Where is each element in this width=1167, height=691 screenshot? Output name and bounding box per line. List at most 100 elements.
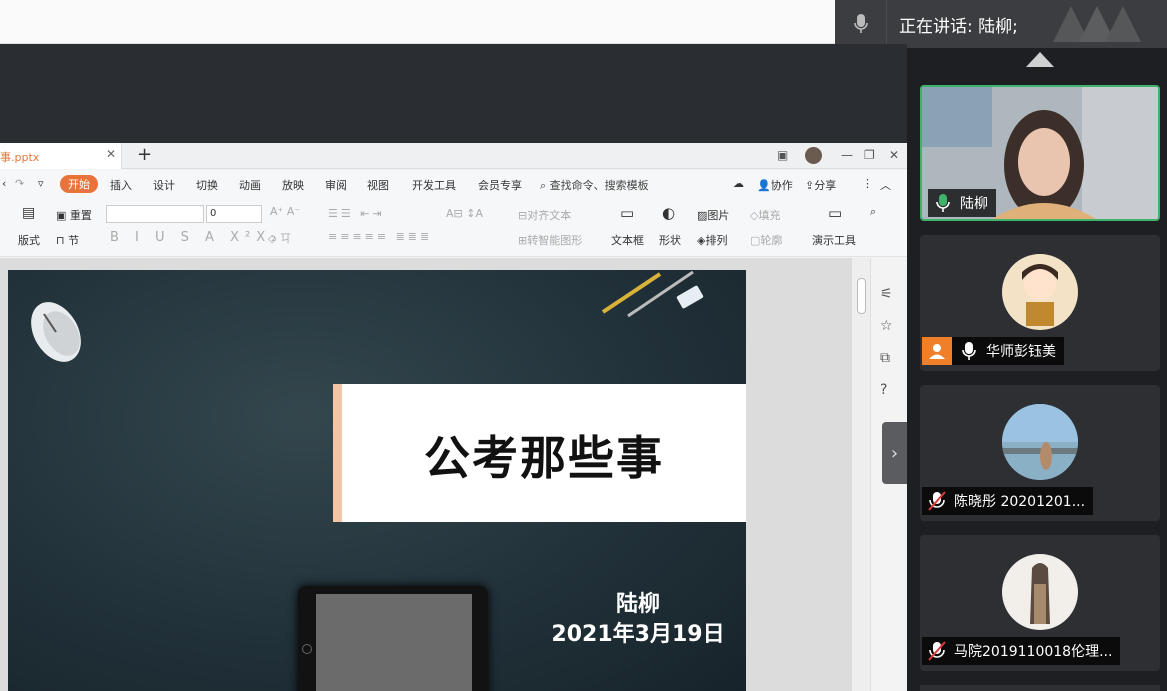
menu-tab-animation[interactable]: 动画: [239, 177, 261, 193]
restore-icon[interactable]: ❐: [864, 148, 875, 162]
slide[interactable]: 公考那些事 陆柳 2021年3月19日: [8, 270, 746, 691]
present-tools-button[interactable]: 演示工具: [812, 232, 856, 248]
find-icon[interactable]: ⌕: [870, 205, 876, 219]
reset-button[interactable]: ▣ 重置: [56, 207, 92, 223]
textbox-button[interactable]: 文本框: [611, 232, 644, 248]
microphone-icon: [958, 340, 980, 362]
font-family-select[interactable]: [106, 205, 204, 223]
outline-button[interactable]: ▢轮廓: [750, 232, 782, 248]
menu-tab-view[interactable]: 视图: [367, 177, 389, 193]
present-tools-icon: ▭: [828, 204, 843, 222]
font-size-select[interactable]: 0: [206, 205, 262, 223]
redo-icon[interactable]: ↷: [15, 177, 24, 190]
participant-tile[interactable]: 华师彭钰美: [920, 235, 1160, 371]
new-slide-icon[interactable]: ▤: [22, 205, 35, 221]
menu-tab-member[interactable]: 会员专享: [478, 177, 522, 193]
section-button[interactable]: ⊓ 节: [56, 232, 79, 248]
font-style-icons[interactable]: B I U S A X²X₂: [110, 230, 282, 245]
presentation-app-window: 事.pptx ✕ + ▣ — ❐ ✕ ‹ ↷ ▿ 开始 插入 设计 切换 动画 …: [0, 143, 907, 691]
collaborate-label: 协作: [770, 179, 793, 192]
menu-tab-insert[interactable]: 插入: [110, 177, 132, 193]
picture-button[interactable]: ▨图片: [697, 207, 729, 223]
search-icon: ⌕: [540, 179, 547, 192]
close-window-icon[interactable]: ✕: [889, 148, 899, 162]
fill-button[interactable]: ◇填充: [750, 207, 780, 223]
participant-tile-partial[interactable]: [920, 685, 1160, 691]
list-icons[interactable]: ☰☰ ⇤⇥: [328, 207, 385, 220]
smart-art-button[interactable]: ⊞转智能图形: [518, 232, 582, 248]
current-speaker-text: 正在讲话: 陆柳;: [899, 17, 1018, 37]
collapse-ribbon-icon[interactable]: ︿: [880, 177, 891, 193]
tablet-home-button: [302, 644, 312, 654]
microphone-button[interactable]: [835, 0, 887, 48]
align-icons[interactable]: ≡≡≡≡≡ ≣≣≣: [328, 230, 432, 243]
tablet-screen: [316, 594, 472, 691]
help-icon[interactable]: ?: [880, 382, 887, 398]
align-text-label: 对齐文本: [527, 209, 572, 222]
menu-tab-transition[interactable]: 切换: [196, 177, 218, 193]
vertical-scrollbar[interactable]: [852, 258, 870, 691]
microphone-muted-icon: [926, 490, 948, 512]
document-tab[interactable]: 事.pptx ✕: [0, 143, 122, 169]
microphone-active-icon: [932, 192, 954, 214]
slide-date: 2021年3月19日: [551, 622, 725, 647]
tab-bar: 事.pptx ✕ + ▣ — ❐ ✕: [0, 143, 907, 169]
more-options-icon[interactable]: ⋮: [862, 177, 873, 190]
avatar: [1002, 404, 1078, 480]
avatar: [1002, 254, 1078, 330]
menu-tab-review[interactable]: 审阅: [325, 177, 347, 193]
slides-pane-icon[interactable]: ⧉: [880, 350, 890, 366]
meeting-logo-icon: [1053, 6, 1141, 42]
font-grow-icon[interactable]: A⁺ A⁻: [270, 205, 300, 218]
menu-tab-start[interactable]: 开始: [60, 175, 98, 193]
menu-tab-slideshow[interactable]: 放映: [282, 177, 304, 193]
pin-icon[interactable]: ☆: [880, 318, 893, 334]
collaborate-button[interactable]: 👤协作: [757, 177, 793, 193]
menu-tab-design[interactable]: 设计: [153, 177, 175, 193]
close-tab-icon[interactable]: ✕: [106, 147, 116, 161]
menu-tab-developer[interactable]: 开发工具: [412, 177, 456, 193]
align-text-button[interactable]: ⊟对齐文本: [518, 207, 571, 223]
slide-title: 公考那些事: [424, 431, 664, 485]
window-layout-icon[interactable]: ▣: [777, 148, 788, 162]
user-avatar[interactable]: [805, 147, 822, 164]
cloud-sync-icon[interactable]: ☁: [733, 177, 744, 190]
slide-canvas: 公考那些事 陆柳 2021年3月19日: [0, 258, 870, 691]
participant-tile[interactable]: 陈晓彤 20201201...: [920, 385, 1160, 521]
top-strip: [0, 0, 835, 44]
participant-name: 华师彭钰美: [986, 344, 1056, 360]
microphone-muted-icon: [926, 640, 948, 662]
quick-access-dropdown-icon[interactable]: ▿: [38, 177, 44, 190]
arrange-button[interactable]: ◈排列: [697, 232, 727, 248]
text-direction-icon[interactable]: A⊟ ↕A: [446, 207, 483, 220]
pencils-image: [601, 270, 704, 318]
computer-mouse-image: [31, 302, 81, 362]
command-search[interactable]: ⌕ 查找命令、搜索模板: [540, 177, 649, 193]
picture-label: 图片: [707, 209, 730, 222]
chevron-right-icon: ›: [890, 442, 899, 464]
outline-label: 轮廓: [760, 234, 783, 247]
participant-name: 陈晓彤 20201201...: [954, 494, 1086, 510]
scrollbar-thumb[interactable]: [857, 278, 866, 314]
new-tab-button[interactable]: +: [137, 144, 152, 165]
collapse-panel-button[interactable]: ›: [882, 422, 907, 484]
shape-button[interactable]: 形状: [659, 232, 681, 248]
participant-name-tag: 马院2019110018伦理...: [922, 637, 1121, 665]
scroll-up-icon[interactable]: [1026, 52, 1054, 67]
command-search-label: 查找命令、搜索模板: [549, 179, 649, 192]
slide-author: 陆柳: [615, 592, 660, 617]
share-button[interactable]: ⇪分享: [805, 177, 836, 193]
undo-icon[interactable]: ‹: [2, 177, 6, 190]
smart-art-label: 转智能图形: [527, 234, 583, 247]
participant-tile[interactable]: 马院2019110018伦理...: [920, 535, 1160, 671]
title-accent-bar: [333, 384, 342, 522]
participant-tile-active[interactable]: 陆柳: [920, 85, 1160, 221]
property-icon[interactable]: ⚟: [880, 286, 893, 302]
arrange-label: 排列: [705, 234, 728, 247]
clear-format-icon[interactable]: ◇ 㔿: [268, 230, 291, 246]
share-label: 分享: [814, 179, 837, 192]
layout-button[interactable]: 版式: [18, 232, 40, 248]
minimize-icon[interactable]: —: [841, 148, 853, 162]
avatar: [1002, 554, 1078, 630]
host-badge-icon: [922, 337, 952, 365]
